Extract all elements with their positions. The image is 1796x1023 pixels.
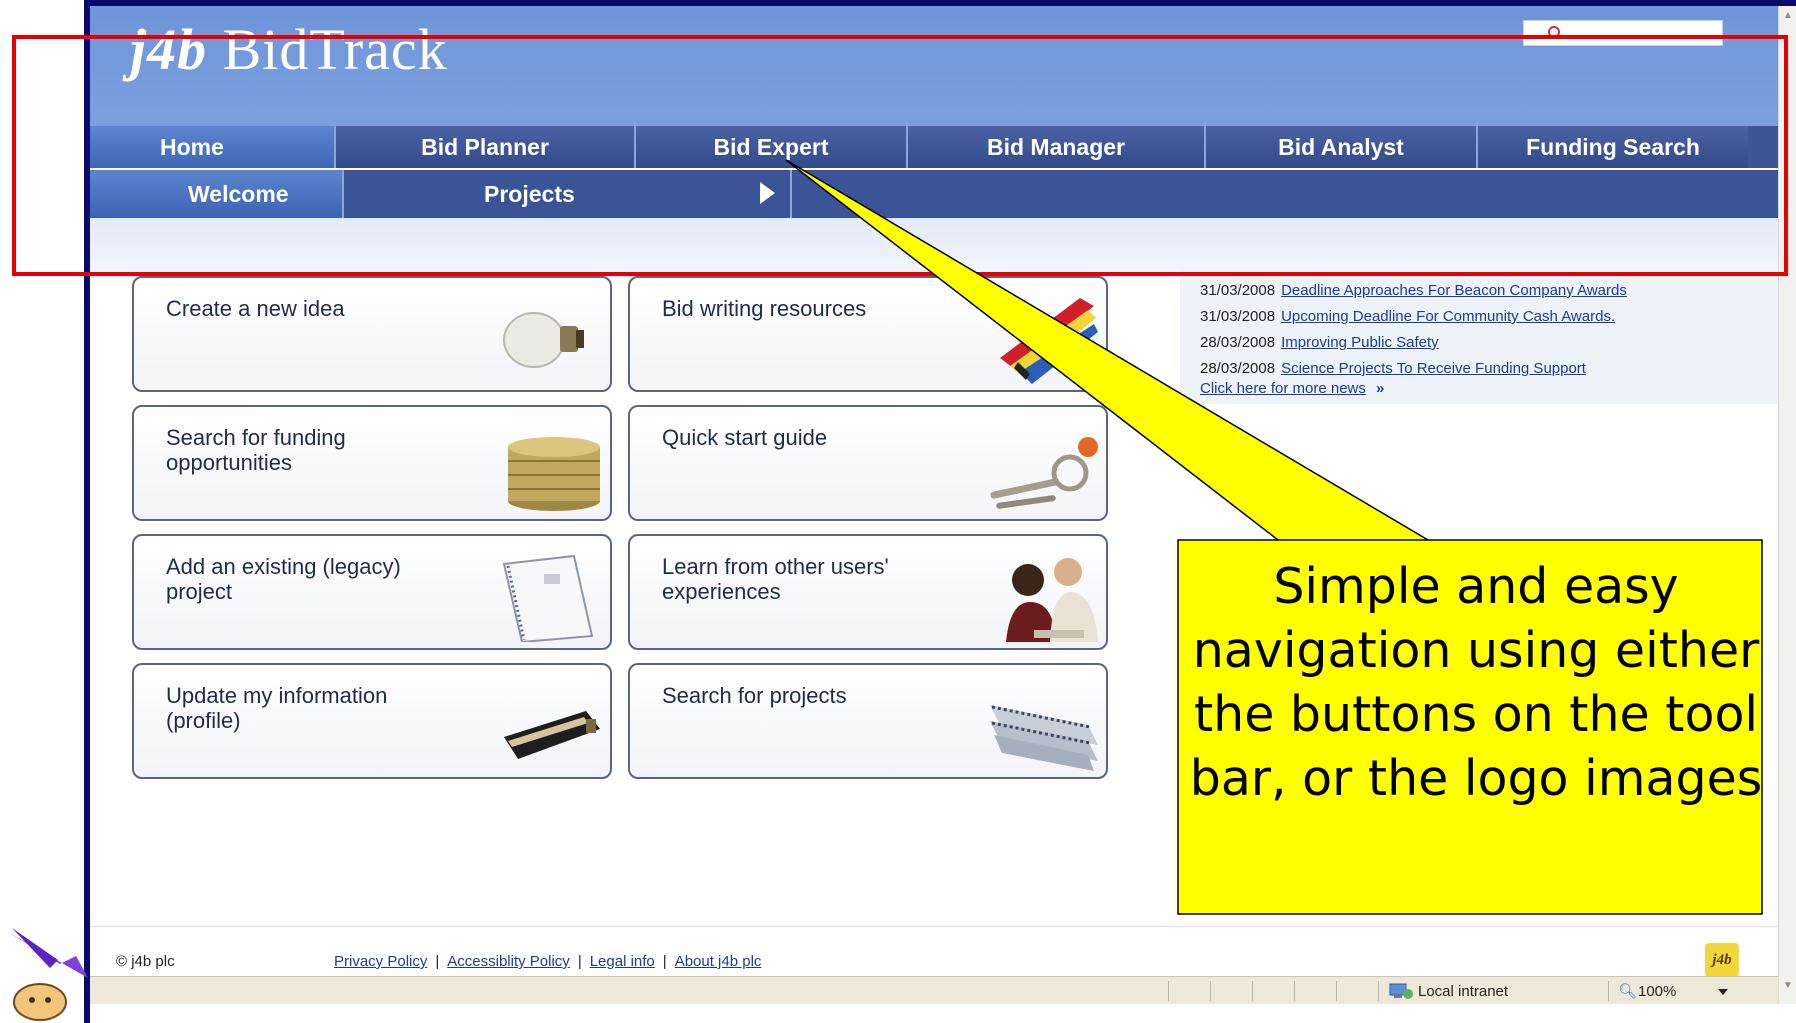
tile-label: Search for funding opportunities [166, 425, 346, 475]
news-item: 31/03/2008 Deadline Approaches For Beacon… [1200, 282, 1627, 299]
news-date: 31/03/2008 [1200, 282, 1276, 299]
news-item: 28/03/2008 Science Projects To Receive Fu… [1200, 360, 1586, 377]
legal-info-link[interactable]: Legal info [590, 953, 655, 970]
j4b-badge-icon[interactable]: j4b [1705, 943, 1739, 977]
news-link[interactable]: Science Projects To Receive Funding Supp… [1281, 360, 1586, 377]
browser-status-bar: Local intranet 🔍︎ 100% [90, 976, 1778, 1004]
keys-icon [990, 437, 1098, 509]
callout-text: Simple and easy navigation using either … [1189, 558, 1763, 807]
status-separator [1210, 981, 1211, 1001]
tile-label: Add an existing (legacy) project [166, 554, 401, 604]
tile-learn-from-users[interactable]: Learn from other users' experiences [628, 534, 1108, 650]
wallet-icon [504, 711, 600, 759]
tile-label: Bid writing resources [662, 296, 867, 321]
news-date: 28/03/2008 [1200, 360, 1276, 377]
tile-create-idea[interactable]: Create a new idea [132, 276, 612, 392]
news-item: 31/03/2008 Upcoming Deadline For Communit… [1200, 308, 1615, 325]
tile-label: Quick start guide [662, 425, 828, 450]
more-news-arrow[interactable]: » [1376, 380, 1384, 397]
intranet-zone-icon [1389, 983, 1413, 999]
news-panel: 31/03/2008 Deadline Approaches For Beacon… [1180, 270, 1778, 404]
status-separator [1294, 981, 1295, 1001]
copyright-text: © j4b plc [116, 953, 175, 970]
news-link[interactable]: Deadline Approaches For Beacon Company A… [1281, 282, 1627, 299]
footer-separator: | [577, 953, 582, 970]
news-link[interactable]: Upcoming Deadline For Community Cash Awa… [1281, 308, 1615, 325]
security-zone-label: Local intranet [1418, 983, 1509, 1000]
wizard-clipart-icon [8, 928, 88, 1021]
status-separator [1168, 981, 1169, 1001]
page-footer: © j4b plc Privacy Policy | Accessiblity Po… [90, 926, 1778, 977]
coins-icon [508, 437, 600, 511]
tile-label: Create a new idea [166, 296, 345, 321]
scroll-up-icon[interactable]: ▲ [1782, 10, 1794, 22]
news-date: 28/03/2008 [1200, 334, 1276, 351]
tile-update-profile[interactable]: Update my information (profile) [132, 663, 612, 779]
people-icon [1006, 558, 1098, 642]
news-date: 31/03/2008 [1200, 308, 1276, 325]
status-separator [1608, 981, 1609, 1001]
lightbulb-icon [503, 312, 584, 368]
status-separator [1252, 981, 1253, 1001]
tile-label: Update my information (profile) [166, 683, 388, 733]
status-separator [1378, 981, 1379, 1001]
tile-search-projects[interactable]: Search for projects [628, 663, 1108, 779]
tile-quick-start-guide[interactable]: Quick start guide [628, 405, 1108, 521]
zoom-icon[interactable]: 🔍︎ [1618, 982, 1637, 1000]
footer-separator: | [435, 953, 440, 970]
navigation-highlight-box [12, 35, 1788, 276]
document-icon [502, 554, 594, 642]
footer-separator: | [662, 953, 667, 970]
zoom-level[interactable]: 100% [1638, 983, 1676, 1000]
tile-bid-writing-resources[interactable]: Bid writing resources [628, 276, 1108, 392]
news-link[interactable]: Improving Public Safety [1281, 334, 1439, 351]
accessibility-policy-link[interactable]: Accessiblity Policy [447, 953, 570, 970]
chevron-down-icon[interactable] [1718, 989, 1728, 995]
footer-links: Privacy Policy | Accessiblity Policy | Legal… [334, 953, 761, 970]
tile-search-funding[interactable]: Search for funding opportunities [132, 405, 612, 521]
binders-icon [990, 705, 1098, 771]
status-separator [1336, 981, 1337, 1001]
tile-label: Search for projects [662, 683, 847, 708]
books-icon [1000, 298, 1098, 384]
scroll-down-icon[interactable]: ▼ [1782, 980, 1794, 992]
more-news-link[interactable]: Click here for more news [1200, 380, 1366, 397]
privacy-policy-link[interactable]: Privacy Policy [334, 953, 427, 970]
tile-label: Learn from other users' experiences [662, 554, 889, 604]
tile-add-legacy-project[interactable]: Add an existing (legacy) project [132, 534, 612, 650]
news-item: 28/03/2008 Improving Public Safety [1200, 334, 1439, 351]
about-link[interactable]: About j4b plc [675, 953, 762, 970]
